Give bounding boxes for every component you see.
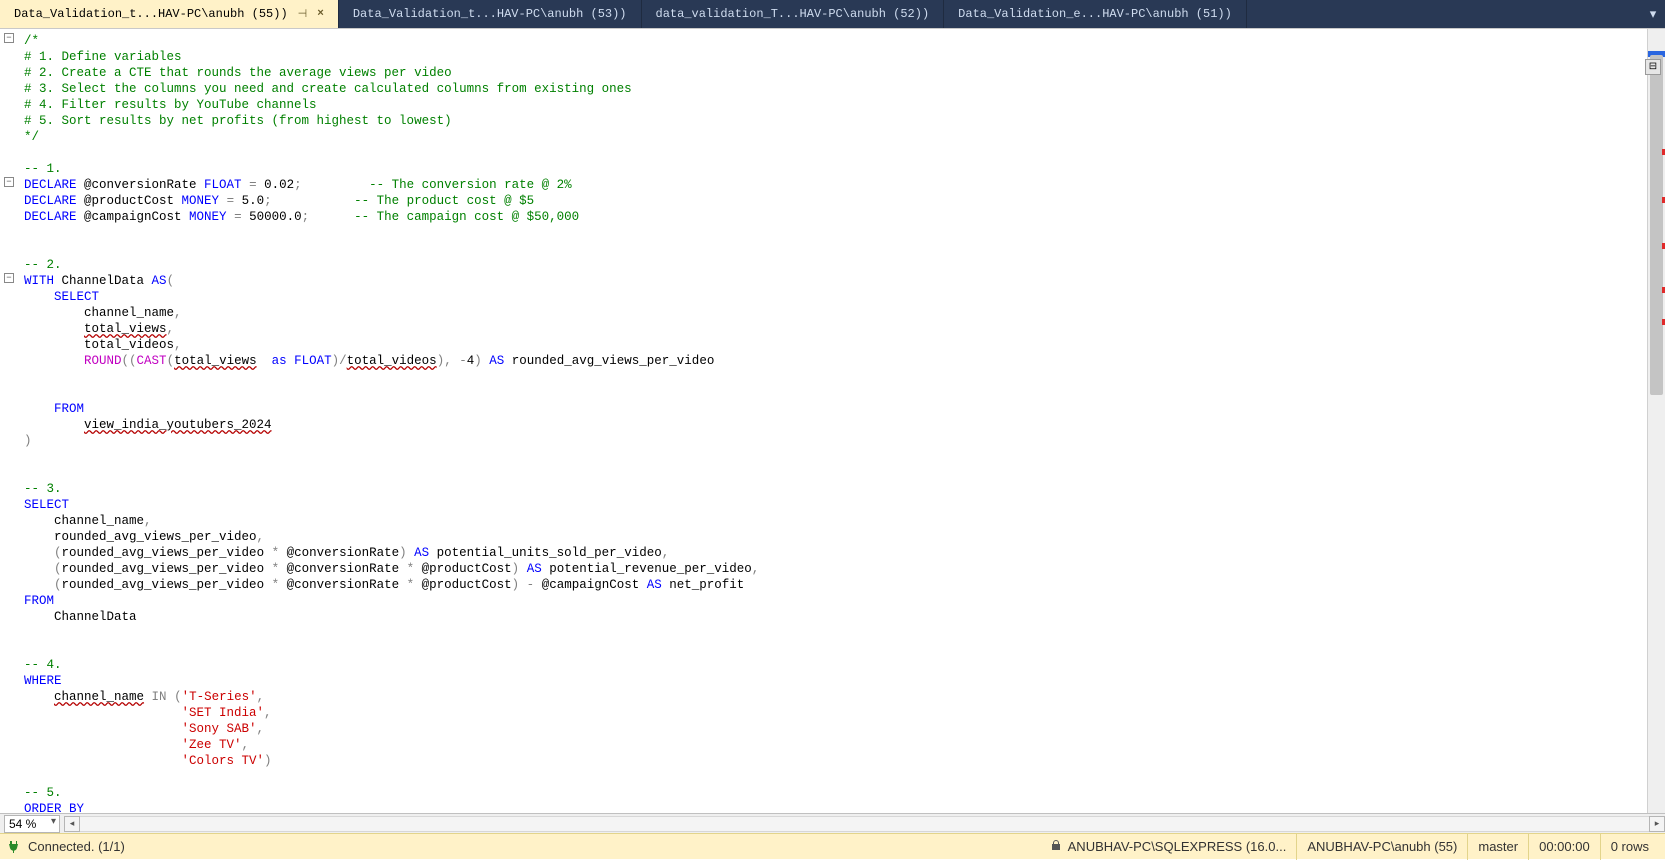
- document-tab[interactable]: Data_Validation_t...HAV-PC\anubh (53)): [339, 0, 642, 28]
- connection-icon: [6, 839, 22, 855]
- collapse-toggle-icon[interactable]: −: [4, 273, 14, 283]
- code-editor[interactable]: − − − /* # 1. Define variables # 2. Crea…: [0, 28, 1665, 813]
- collapse-toggle-icon[interactable]: −: [4, 33, 14, 43]
- tab-label: data_validation_T...HAV-PC\anubh (52)): [656, 7, 930, 21]
- vertical-scrollbar[interactable]: [1647, 29, 1665, 813]
- outline-gutter[interactable]: − − −: [0, 29, 18, 813]
- document-tab[interactable]: Data_Validation_t...HAV-PC\anubh (55)) ⊣ ×: [0, 0, 339, 28]
- close-icon[interactable]: ×: [317, 8, 324, 20]
- document-tab[interactable]: data_validation_T...HAV-PC\anubh (52)): [642, 0, 945, 28]
- split-editor-icon[interactable]: ⊟: [1645, 59, 1661, 75]
- collapse-toggle-icon[interactable]: −: [4, 177, 14, 187]
- status-elapsed: 00:00:00: [1528, 834, 1600, 860]
- document-tabbar: Data_Validation_t...HAV-PC\anubh (55)) ⊣ ×…: [0, 0, 1665, 28]
- pin-icon[interactable]: ⊣: [298, 7, 308, 21]
- status-database: master: [1467, 834, 1528, 860]
- tab-overflow-button[interactable]: ▾: [1641, 0, 1665, 28]
- zoom-select[interactable]: 54 %: [4, 815, 60, 833]
- status-server: ANUBHAV-PC\SQLEXPRESS (16.0...: [1040, 834, 1297, 860]
- tab-label: Data_Validation_t...HAV-PC\anubh (53)): [353, 7, 627, 21]
- scrollbar-thumb[interactable]: [1650, 55, 1663, 395]
- tab-label: Data_Validation_t...HAV-PC\anubh (55)): [14, 7, 288, 21]
- hscroll-right-button[interactable]: ▸: [1649, 816, 1665, 832]
- lock-icon: [1050, 839, 1062, 854]
- zoom-select-wrap[interactable]: 54 %: [4, 815, 60, 833]
- editor-footer: 54 % ◂ ▸: [0, 813, 1665, 833]
- status-rows: 0 rows: [1600, 834, 1659, 860]
- hscroll-left-button[interactable]: ◂: [64, 816, 80, 832]
- document-tab[interactable]: Data_Validation_e...HAV-PC\anubh (51)): [944, 0, 1247, 28]
- status-connected-text: Connected. (1/1): [28, 839, 125, 854]
- status-login: ANUBHAV-PC\anubh (55): [1296, 834, 1467, 860]
- status-bar: Connected. (1/1) ANUBHAV-PC\SQLEXPRESS (…: [0, 833, 1665, 859]
- tab-label: Data_Validation_e...HAV-PC\anubh (51)): [958, 7, 1232, 21]
- horizontal-scrollbar[interactable]: [80, 816, 1649, 832]
- code-text[interactable]: /* # 1. Define variables # 2. Create a C…: [18, 29, 1647, 813]
